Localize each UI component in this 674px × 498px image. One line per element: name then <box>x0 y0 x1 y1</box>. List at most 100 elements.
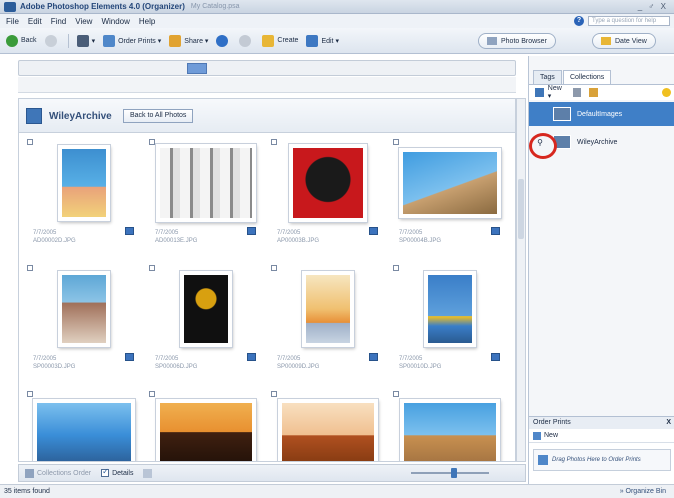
organize-bin-panel: Tags Collections New ▾ DefaultImages ⚲ W… <box>528 56 674 484</box>
new-order-button[interactable]: New <box>544 432 558 439</box>
photo-thumbnail[interactable]: 7/7/2005 SP00004B.JPG <box>391 137 511 261</box>
menu-edit[interactable]: Edit <box>28 17 42 26</box>
collection-tag-icon[interactable] <box>369 227 378 235</box>
timeline-slider[interactable] <box>18 60 516 76</box>
rotate-right-button[interactable] <box>239 34 254 47</box>
new-collection-icon[interactable] <box>535 88 544 97</box>
photo-image <box>399 148 501 218</box>
pencil-icon[interactable] <box>589 88 599 97</box>
share-button[interactable]: Share ▾ <box>169 34 208 47</box>
title-bar: Adobe Photoshop Elements 4.0 (Organizer)… <box>0 0 674 14</box>
photo-image <box>278 399 378 461</box>
photo-filename: SP00003D.JPG <box>33 364 76 370</box>
photo-image <box>400 399 500 461</box>
help-icon[interactable]: ? <box>574 16 584 26</box>
photo-thumbnail[interactable]: 7/7/2005 SP00006D.JPG <box>147 263 267 387</box>
photo-thumbnail[interactable]: 7/7/2005 SP00009D.JPG <box>269 263 389 387</box>
photo-thumbnail[interactable] <box>391 389 511 461</box>
trash-icon[interactable] <box>572 88 582 97</box>
menu-find[interactable]: Find <box>51 17 67 26</box>
photo-filename: AD00002D.JPG <box>33 238 76 244</box>
order-prints-icon <box>103 34 116 47</box>
collection-tag-icon[interactable] <box>247 227 256 235</box>
back-button[interactable]: Back <box>6 34 37 47</box>
collection-item-wileyarchive[interactable]: ⚲ WileyArchive <box>529 130 674 159</box>
photo-image <box>156 144 256 222</box>
order-prints-button[interactable]: Order Prints ▾ <box>103 34 161 47</box>
lightbulb-icon[interactable] <box>662 88 672 97</box>
zoom-slider[interactable] <box>411 472 489 474</box>
organize-bin-toggle[interactable]: » Organize Bin <box>620 488 666 495</box>
collection-tag-icon[interactable] <box>491 227 500 235</box>
photo-thumbnail[interactable]: 7/7/2005 AD00013E.JPG <box>147 137 267 261</box>
rotate-right-icon <box>239 34 252 47</box>
collection-tag-icon[interactable] <box>247 353 256 361</box>
menu-view[interactable]: View <box>75 17 92 26</box>
prints-icon <box>538 455 548 465</box>
photo-date: 7/7/2005 <box>33 230 57 236</box>
photo-thumbnail[interactable] <box>147 389 267 461</box>
photo-thumbnail[interactable] <box>269 389 389 461</box>
vertical-scrollbar[interactable] <box>516 98 526 462</box>
create-icon <box>262 34 275 47</box>
collections-toolbar: New ▾ <box>529 84 674 100</box>
show-all-button[interactable] <box>143 468 155 478</box>
new-collection-button[interactable]: New ▾ <box>548 85 567 100</box>
menu-help[interactable]: Help <box>139 17 155 26</box>
collections-order-dropdown[interactable]: Collections Order <box>25 468 91 478</box>
panel-tabs: Tags Collections <box>529 70 674 84</box>
create-button[interactable]: Create <box>262 34 298 47</box>
photo-date: 7/7/2005 <box>33 356 57 362</box>
zoom-knob[interactable] <box>451 468 457 478</box>
pin-slot[interactable] <box>533 107 547 121</box>
details-checkbox[interactable]: Details <box>101 467 133 477</box>
back-to-all-photos-button[interactable]: Back to All Photos <box>123 109 194 123</box>
tab-tags[interactable]: Tags <box>533 70 562 84</box>
rotate-left-button[interactable] <box>216 34 231 47</box>
grid-icon <box>143 468 153 478</box>
help-search-input[interactable]: Type a question for help <box>588 16 670 26</box>
menu-window[interactable]: Window <box>101 17 129 26</box>
bottom-bar: Collections Order Details <box>18 464 526 482</box>
collection-tag-icon[interactable] <box>491 353 500 361</box>
calendar-icon <box>601 37 611 45</box>
photo-filename: AD00013E.JPG <box>155 238 198 244</box>
photo-image <box>58 145 110 221</box>
edit-button[interactable]: Edit ▾ <box>306 34 339 47</box>
menu-file[interactable]: File <box>6 17 19 26</box>
photo-thumbnail[interactable] <box>25 389 145 461</box>
order-prints-dropzone[interactable]: Drag Photos Here to Order Prints <box>533 449 671 471</box>
catalog-name: My Catalog.psa <box>190 3 240 10</box>
photo-image <box>156 399 256 461</box>
collection-tag-icon[interactable] <box>125 227 134 235</box>
date-view-button[interactable]: Date View <box>592 33 656 49</box>
collection-tag-icon[interactable] <box>125 353 134 361</box>
window-controls[interactable]: _ ♂ X <box>638 2 668 11</box>
close-icon[interactable]: X <box>666 417 671 429</box>
photo-thumbnail[interactable]: 7/7/2005 AP00003B.JPG <box>269 137 389 261</box>
collection-name: WileyArchive <box>49 111 112 122</box>
forward-button[interactable] <box>44 34 60 47</box>
timeline-thumb[interactable] <box>187 63 207 74</box>
sort-icon <box>25 468 34 478</box>
collection-tag-icon[interactable] <box>369 353 378 361</box>
order-prints-panel: Order Prints X New Drag Photos Here to O… <box>529 416 674 484</box>
photo-thumbnail[interactable]: 7/7/2005 SP00010D.JPG <box>391 263 511 387</box>
new-order-icon[interactable] <box>533 431 541 440</box>
photo-thumbnail[interactable]: 7/7/2005 AD00002D.JPG <box>25 137 145 261</box>
photo-thumbnail[interactable]: 7/7/2005 SP00003D.JPG <box>25 263 145 387</box>
tab-collections[interactable]: Collections <box>563 70 612 84</box>
photo-date: 7/7/2005 <box>155 230 179 236</box>
photo-date: 7/7/2005 <box>277 356 301 362</box>
photo-browser-button[interactable]: Photo Browser <box>478 33 556 49</box>
binoculars-icon[interactable]: ⚲ <box>529 133 557 159</box>
edit-icon <box>306 34 319 47</box>
app-icon <box>4 1 16 12</box>
collection-item-defaultimages[interactable]: DefaultImages <box>529 102 674 126</box>
view-options-button[interactable]: ▾ <box>76 34 95 47</box>
menu-bar: File Edit Find View Window Help ? Type a… <box>0 14 674 28</box>
photo-filename: SP00010D.JPG <box>399 364 442 370</box>
photo-filename: SP00009D.JPG <box>277 364 320 370</box>
window-title: Adobe Photoshop Elements 4.0 (Organizer) <box>20 2 185 11</box>
scrollbar-thumb[interactable] <box>518 179 524 239</box>
